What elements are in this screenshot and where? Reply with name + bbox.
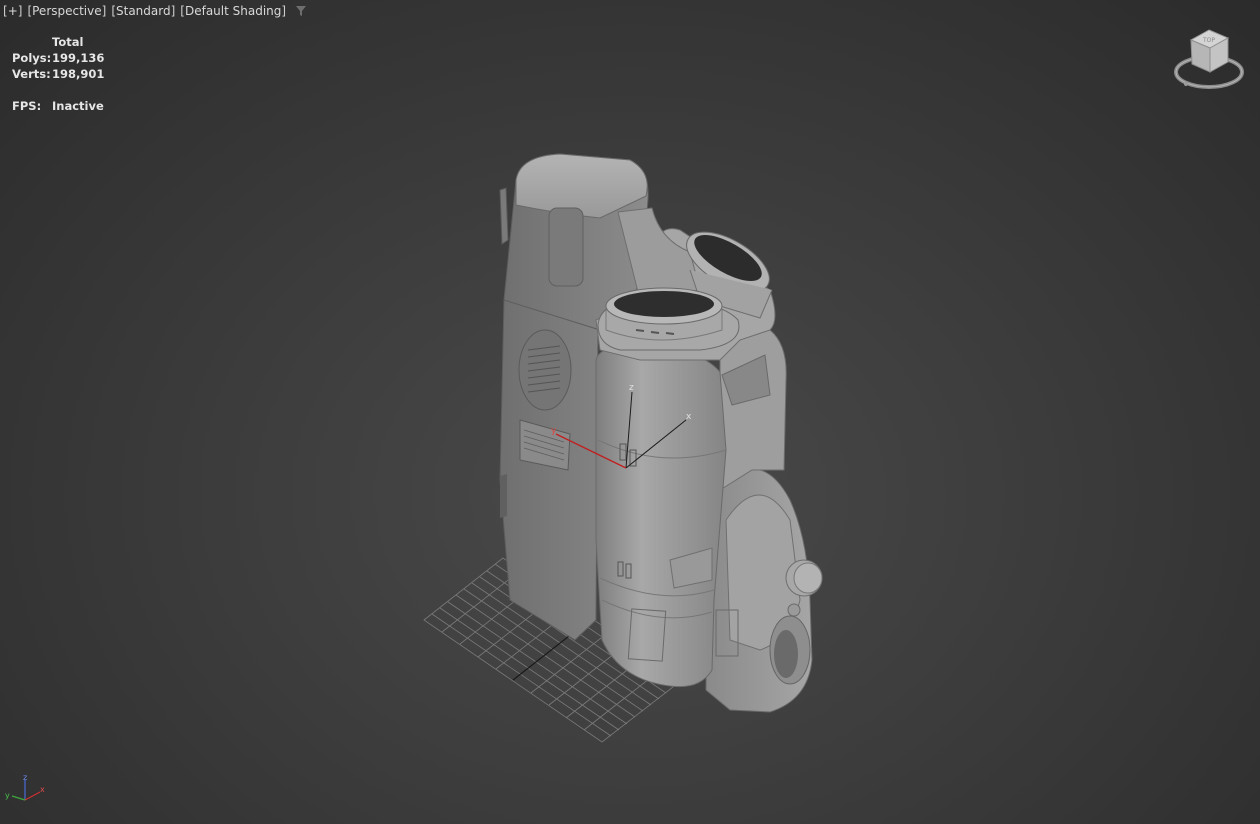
gizmo-y-label: y — [551, 426, 557, 436]
stats-polys-row: Polys: 199,136 — [12, 50, 104, 66]
stats-polys-value: 199,136 — [52, 51, 105, 65]
viewcube-face-label: TOP — [1202, 37, 1215, 44]
stats-verts-label: Verts: — [12, 67, 51, 81]
viewport-label-bar: [+] [Perspective] [Standard] [Default Sh… — [2, 3, 307, 19]
viewport-statistics: Total Polys: 199,136 Verts: 198,901 FPS:… — [12, 34, 104, 114]
viewport-pov-menu[interactable]: [Perspective] — [26, 4, 107, 18]
gizmo-z-label: z — [629, 383, 634, 393]
scene-canvas[interactable]: z x y — [0, 0, 1260, 824]
stats-polys-label: Polys: — [12, 51, 52, 65]
stats-fps-value: Inactive — [52, 99, 104, 113]
viewport-general-label: + — [7, 4, 18, 18]
axis-y-label: y — [5, 791, 10, 800]
axis-tripod-icon: z x y — [5, 774, 45, 801]
stats-header: Total — [52, 35, 84, 49]
lower-housing — [705, 468, 823, 713]
viewport-standard-menu[interactable]: [Standard] — [110, 4, 176, 18]
viewport-perspective[interactable]: z x y [+] [Perspective] [Standard] [Defa… — [0, 0, 1260, 824]
axis-x-label: x — [40, 785, 45, 794]
viewport-shading-label: Default Shading — [184, 4, 282, 18]
stats-fps-label: FPS: — [12, 99, 42, 113]
axis-z-label: z — [23, 774, 27, 782]
gizmo-x-label: x — [686, 412, 692, 422]
viewcube-icon[interactable]: TOP — [1172, 24, 1246, 94]
stats-verts-row: Verts: 198,901 — [12, 66, 104, 82]
stats-fps-row: FPS: Inactive — [12, 98, 104, 114]
stats-verts-value: 198,901 — [52, 67, 105, 81]
viewport-standard-label: Standard — [116, 4, 171, 18]
viewport-shading-menu[interactable]: [Default Shading] — [179, 4, 287, 18]
viewport-pov-label: Perspective — [32, 4, 102, 18]
viewport-general-menu[interactable]: [+] — [2, 4, 23, 18]
back-block — [719, 329, 787, 491]
filter-funnel-icon[interactable] — [295, 5, 307, 17]
